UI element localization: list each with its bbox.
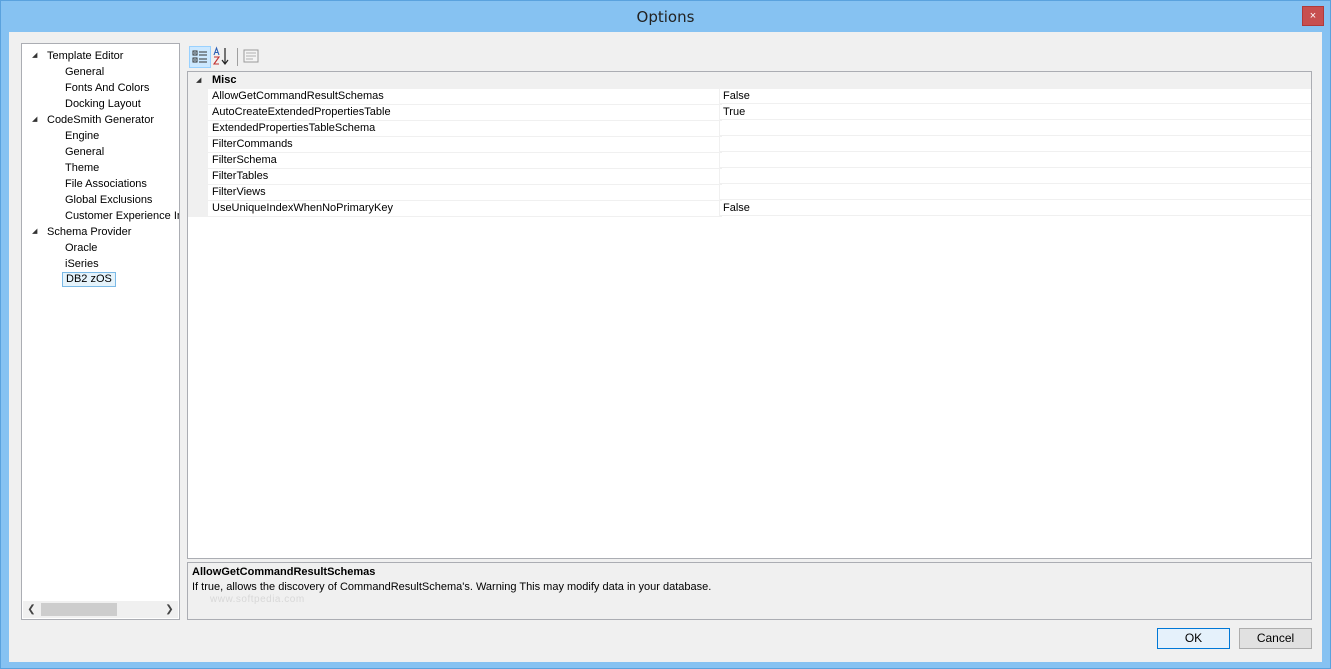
- tree-node-label: Theme: [65, 162, 100, 174]
- ok-button[interactable]: OK: [1157, 628, 1230, 649]
- tree-node-label: Schema Provider: [47, 226, 132, 238]
- property-name[interactable]: FilterSchema: [208, 153, 722, 169]
- tree-node[interactable]: Customer Experience Im: [22, 208, 179, 224]
- property-name[interactable]: FilterTables: [208, 169, 722, 185]
- tree-node-label: Template Editor: [47, 50, 124, 62]
- property-name[interactable]: ExtendedPropertiesTableSchema: [208, 121, 722, 137]
- scroll-right-icon[interactable]: ❯: [161, 601, 178, 618]
- category-row-misc[interactable]: ◢ Misc: [188, 72, 1311, 89]
- cancel-button[interactable]: Cancel: [1239, 628, 1312, 649]
- property-pages-button[interactable]: [241, 46, 263, 68]
- tree-node[interactable]: iSeries: [22, 256, 179, 272]
- dialog-client-area: DB2 zOS iSeries Oracle ◢ Schema Provider Cust…: [9, 32, 1322, 662]
- categorized-view-icon: [192, 50, 207, 63]
- tree-node-label-selected: DB2 zOS: [62, 272, 116, 287]
- close-icon: ×: [1309, 10, 1317, 22]
- row-margin: [188, 105, 208, 121]
- description-title: AllowGetCommandResultSchemas: [192, 566, 376, 578]
- property-value[interactable]: [720, 169, 1311, 184]
- tree-node-label: Engine: [65, 130, 100, 142]
- tree-node[interactable]: General: [22, 64, 179, 80]
- tree-node-label: General: [65, 146, 105, 158]
- description-panel: AllowGetCommandResultSchemas If true, al…: [187, 562, 1312, 620]
- property-row[interactable]: ExtendedPropertiesTableSchema: [188, 121, 1311, 137]
- watermark: www.softpedia.com: [210, 594, 305, 605]
- scroll-left-icon[interactable]: ❮: [23, 601, 40, 618]
- tree-node-label: File Associations: [65, 178, 147, 190]
- row-margin: [188, 121, 208, 137]
- options-tree[interactable]: DB2 zOS iSeries Oracle ◢ Schema Provider Cust…: [21, 43, 180, 620]
- tree-node-label: CodeSmith Generator: [47, 114, 154, 126]
- tree-node-label: Customer Experience Im: [65, 210, 180, 222]
- property-name[interactable]: AutoCreateExtendedPropertiesTable: [208, 105, 722, 121]
- tree-node-label: Docking Layout: [65, 98, 141, 110]
- tree-node-label: Oracle: [65, 242, 98, 254]
- property-name[interactable]: FilterViews: [208, 185, 722, 201]
- row-margin: [188, 169, 208, 185]
- property-pages-icon: [243, 49, 259, 63]
- property-row[interactable]: FilterCommands: [188, 137, 1311, 153]
- property-row[interactable]: FilterTables: [188, 169, 1311, 185]
- property-value[interactable]: False: [720, 89, 1311, 104]
- property-row[interactable]: FilterViews: [188, 185, 1311, 201]
- row-margin: [188, 201, 208, 217]
- tree-node[interactable]: File Associations: [22, 176, 179, 192]
- tree-node[interactable]: Engine: [22, 128, 179, 144]
- tree-node[interactable]: Fonts And Colors: [22, 80, 179, 96]
- property-grid[interactable]: ◢ Misc AllowGetCommandResultSchemas False…: [187, 71, 1312, 559]
- property-name[interactable]: AllowGetCommandResultSchemas: [208, 89, 722, 105]
- row-margin: [188, 185, 208, 201]
- options-window: Options × DB2 zOS iSeries Oracle ◢ Schema Pr…: [0, 0, 1331, 669]
- tree-node-label: iSeries: [65, 258, 99, 270]
- tree-node[interactable]: ◢ CodeSmith Generator: [22, 112, 179, 128]
- property-row[interactable]: FilterSchema: [188, 153, 1311, 169]
- tree-node-label: Fonts And Colors: [65, 82, 150, 94]
- tree-node[interactable]: Docking Layout: [22, 96, 179, 112]
- property-row[interactable]: AllowGetCommandResultSchemas False: [188, 89, 1311, 105]
- tree-node[interactable]: ◢ Schema Provider: [22, 224, 179, 240]
- tree-node[interactable]: General: [22, 144, 179, 160]
- tree-horizontal-scrollbar[interactable]: ❮ ❯: [23, 601, 178, 618]
- collapse-triangle-icon[interactable]: ◢: [196, 73, 206, 89]
- expand-triangle-icon[interactable]: ◢: [32, 48, 42, 64]
- property-name[interactable]: FilterCommands: [208, 137, 722, 153]
- tree-node[interactable]: ◢ Template Editor: [22, 48, 179, 64]
- category-label: Misc: [212, 74, 237, 86]
- row-margin: [188, 137, 208, 153]
- property-value[interactable]: [720, 121, 1311, 136]
- property-name[interactable]: UseUniqueIndexWhenNoPrimaryKey: [208, 201, 722, 217]
- window-title: Options: [636, 8, 695, 26]
- scrollbar-thumb[interactable]: [41, 603, 117, 616]
- property-value[interactable]: [720, 185, 1311, 200]
- tree-node[interactable]: Theme: [22, 160, 179, 176]
- property-grid-toolbar: [187, 43, 1312, 70]
- tree-node-label: Global Exclusions: [65, 194, 153, 206]
- property-value[interactable]: [720, 137, 1311, 152]
- close-button[interactable]: ×: [1302, 6, 1324, 26]
- toolbar-separator: [237, 48, 238, 66]
- property-row[interactable]: AutoCreateExtendedPropertiesTable True: [188, 105, 1311, 121]
- property-row[interactable]: UseUniqueIndexWhenNoPrimaryKey False: [188, 201, 1311, 217]
- tree-node[interactable]: Global Exclusions: [22, 192, 179, 208]
- expand-triangle-icon[interactable]: ◢: [32, 224, 42, 240]
- tree-node-label: General: [65, 66, 105, 78]
- expand-triangle-icon[interactable]: ◢: [32, 112, 42, 128]
- property-value[interactable]: True: [720, 105, 1311, 120]
- tree-node[interactable]: DB2 zOS: [22, 272, 179, 288]
- categorized-button[interactable]: [189, 46, 211, 68]
- sort-alphabetical-icon: [212, 46, 229, 65]
- title-bar[interactable]: Options ×: [1, 1, 1330, 32]
- tree-node[interactable]: Oracle: [22, 240, 179, 256]
- alphabetical-button[interactable]: [212, 46, 234, 68]
- description-text: If true, allows the discovery of Command…: [192, 581, 712, 593]
- row-margin: [188, 153, 208, 169]
- property-value[interactable]: False: [720, 201, 1311, 216]
- row-margin: [188, 89, 208, 105]
- property-value[interactable]: [720, 153, 1311, 168]
